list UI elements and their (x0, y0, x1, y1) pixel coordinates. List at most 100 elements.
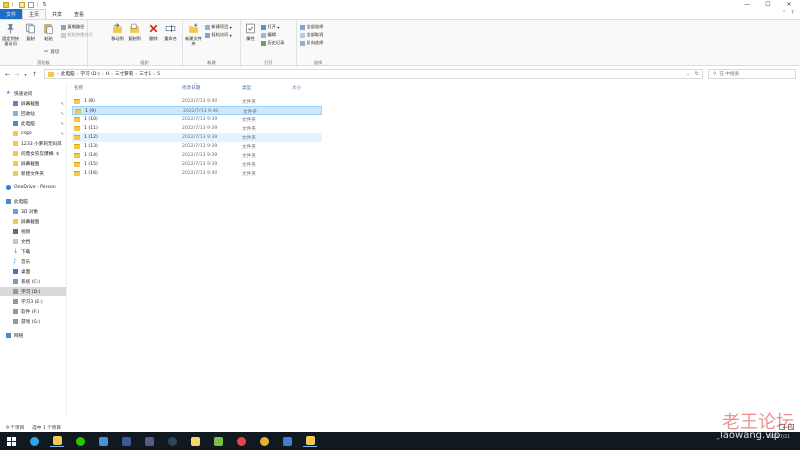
cut-button[interactable]: ✂ 剪切 (44, 49, 59, 55)
copy-to-button[interactable]: 复制到 (126, 23, 143, 41)
breadcrumb-folder-2[interactable]: 三寸1 (139, 71, 151, 77)
taskbar-app-8[interactable] (188, 435, 202, 447)
minimize-button[interactable]: — (736, 0, 758, 9)
chevron-down-icon[interactable]: ⌄ (686, 72, 690, 77)
nav-new-folder[interactable]: 新建文件夹 (0, 169, 66, 178)
column-header-type[interactable]: 类型 (242, 85, 251, 91)
nav-drive-c[interactable]: 系统 (C:) (0, 277, 66, 286)
search-input[interactable]: ⚲ 在 中搜索 (708, 69, 796, 79)
folder-icon (74, 117, 80, 122)
taskbar-app-13[interactable] (303, 435, 317, 447)
nav-network[interactable]: 网络 (0, 331, 66, 340)
nav-downloads[interactable]: ↓ 下载 (0, 247, 66, 256)
paste-button[interactable]: 粘贴 (40, 23, 57, 41)
properties-icon[interactable] (19, 1, 25, 8)
start-button[interactable] (4, 435, 18, 447)
breadcrumb-folder-1[interactable]: 三寸萝莉 (115, 71, 133, 77)
table-row[interactable]: 1 (16) 2022/7/13 9:40 文件夹 (72, 169, 322, 178)
forward-arrow-icon[interactable]: → (12, 71, 21, 78)
nav-drive-f[interactable]: 软件 (F:) (0, 307, 66, 316)
taskbar-app-4[interactable] (96, 435, 110, 447)
nav-this-pc-quick[interactable]: 此电脑 ✎ (0, 119, 66, 128)
invert-selection-button[interactable]: 反向选择 (300, 40, 323, 46)
maximize-button[interactable]: ☐ (757, 0, 779, 9)
column-header-date[interactable]: 修改日期 (182, 85, 200, 91)
select-all-button[interactable]: 全部选择 (300, 24, 323, 30)
new-folder-quick-icon[interactable] (28, 1, 34, 8)
table-row[interactable]: 1 (14) 2022/7/13 9:39 文件夹 (72, 151, 322, 160)
app-icon (305, 436, 315, 445)
paste-shortcut-button[interactable]: 粘贴快捷方式 (61, 32, 93, 38)
breadcrumb-this-pc[interactable]: 此电脑 (61, 71, 75, 77)
properties-button[interactable]: 属性 (242, 23, 259, 41)
tab-home[interactable]: 主页 (22, 9, 47, 19)
table-row-selected[interactable]: 1 (9) 2022/7/13 9:40 文件夹 (72, 106, 322, 115)
taskbar-app-12[interactable] (280, 435, 294, 447)
refresh-icon[interactable]: ↻ (695, 71, 699, 77)
recent-locations-icon[interactable]: ▾ (21, 72, 30, 77)
table-row-hover[interactable]: 1 (12) 2022/7/13 9:39 文件夹 (72, 133, 322, 142)
close-button[interactable]: ✕ (778, 0, 800, 9)
breadcrumb-h[interactable]: H (106, 72, 109, 77)
tab-share[interactable]: 共享 (46, 9, 68, 19)
taskbar-app-10[interactable] (234, 435, 248, 447)
nav-screenshots-2[interactable]: 屏幕截图 (0, 159, 66, 168)
copy-path-button[interactable]: 复制路径 (61, 24, 84, 30)
column-header-size[interactable]: 大小 (292, 85, 301, 91)
nav-screenshots-pc[interactable]: 屏幕截图 (0, 217, 66, 226)
delete-button[interactable]: 删除 (145, 23, 162, 41)
nav-drive-e[interactable]: 学习3 (E:) (0, 297, 66, 306)
taskbar-app-11[interactable] (257, 435, 271, 447)
nav-recycle-bin[interactable]: 回收站 ✎ (0, 109, 66, 118)
taskbar-app-9[interactable] (211, 435, 225, 447)
nav-onedrive[interactable]: OneDrive - Person (0, 183, 66, 192)
nav-videos[interactable]: 视频 (0, 227, 66, 236)
move-to-button[interactable]: 移动到 (109, 23, 126, 41)
history-button[interactable]: 历史记录 (261, 40, 284, 46)
up-arrow-icon[interactable]: ↑ (30, 71, 39, 78)
tab-view[interactable]: 查看 (68, 9, 90, 19)
chevron-up-icon[interactable]: ⌃ (782, 10, 786, 16)
taskbar-app-5[interactable] (119, 435, 133, 447)
back-arrow-icon[interactable]: ← (3, 71, 12, 78)
select-none-icon (300, 32, 305, 38)
easy-access-button[interactable]: 轻松访问 ▾ (205, 32, 232, 38)
nav-csgo[interactable]: csgo ✎ (0, 129, 66, 138)
help-icon[interactable]: ? (791, 10, 794, 16)
breadcrumb-drive-d[interactable]: 学习 (D:) (80, 71, 99, 77)
breadcrumb-current[interactable]: 5 (157, 72, 160, 77)
copy-button[interactable]: 复制 (22, 23, 39, 41)
taskbar-app-1[interactable] (27, 435, 41, 447)
nav-documents[interactable]: 文档 (0, 237, 66, 246)
edit-button[interactable]: 编辑 (261, 32, 276, 38)
taskbar-app-2[interactable] (50, 435, 64, 447)
table-row[interactable]: 1 (8) 2022/7/13 9:40 文件夹 (72, 97, 322, 106)
table-row[interactable]: 1 (13) 2022/7/13 9:39 文件夹 (72, 142, 322, 151)
nav-drive-g[interactable]: 游戏 (G:) (0, 317, 66, 326)
table-row[interactable]: 1 (10) 2022/7/13 9:39 文件夹 (72, 115, 322, 124)
pin-quick-access-button[interactable]: 固定到快速访问 (2, 23, 19, 46)
nav-screenshots[interactable]: 屏幕截图 ✎ (0, 99, 66, 108)
pane-divider[interactable] (66, 85, 67, 415)
nav-this-pc[interactable]: 此电脑 (0, 197, 66, 206)
taskbar-app-7[interactable] (165, 435, 179, 447)
select-none-button[interactable]: 全部取消 (300, 32, 323, 38)
table-row[interactable]: 1 (11) 2022/7/13 9:39 文件夹 (72, 124, 322, 133)
nav-desktop[interactable]: 桌面 (0, 267, 66, 276)
new-item-button[interactable]: 新建项目 ▾ (205, 24, 232, 30)
nav-folder-1233[interactable]: 1233 小萝莉无码凤 (0, 139, 66, 148)
nav-drive-d[interactable]: 学习 (D:) (0, 287, 66, 296)
rename-button[interactable]: 重命名 (162, 23, 179, 41)
nav-3d-objects[interactable]: 3D 对象 (0, 207, 66, 216)
address-bar[interactable]: › 此电脑 › 学习 (D:) › H › 三寸萝莉 › 三寸1 › 5 ⌄ ↻ (44, 69, 703, 79)
taskbar-app-3[interactable] (73, 435, 87, 447)
column-header-name[interactable]: 名称 (74, 85, 83, 91)
tab-file[interactable]: 文件 (0, 9, 23, 19)
new-folder-button[interactable]: 新建文件夹 (185, 23, 202, 46)
open-button[interactable]: 打开 ▾ (261, 24, 279, 30)
table-row[interactable]: 1 (15) 2022/7/13 9:39 文件夹 (72, 160, 322, 169)
nav-quick-access[interactable]: ★ 快速访问 (0, 89, 66, 98)
nav-folder-wending[interactable]: 问鼎女农炭爆横: $ (0, 149, 66, 158)
nav-music[interactable]: ♪ 音乐 (0, 257, 66, 266)
taskbar-app-6[interactable] (142, 435, 156, 447)
